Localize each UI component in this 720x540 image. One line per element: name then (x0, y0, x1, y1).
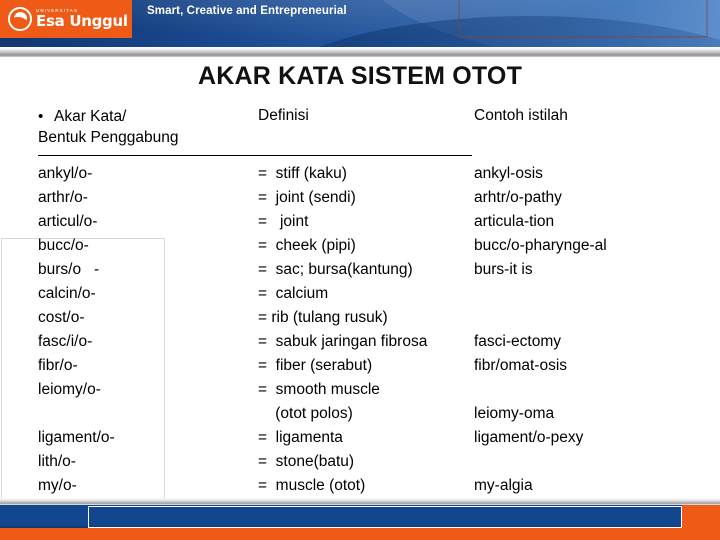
table-row-definition: = muscle (otot) (258, 477, 366, 494)
table-row-definition: = sac; bursa(kantung) (258, 261, 413, 278)
table-row-term: fibr/o- (38, 357, 78, 374)
table-row-term: ligament/o- (38, 429, 115, 446)
table-row-definition: = stone(batu) (258, 453, 355, 470)
column-example-header-label: Contoh istilah (474, 107, 568, 124)
table-row-definition: = joint (258, 213, 309, 230)
table-row-definition: = cheek (pipi) (258, 237, 356, 254)
table-row-term: cost/o- (38, 309, 85, 326)
column-term-header-line1: Akar Kata/ (54, 108, 127, 125)
column-definition-header-label: Definisi (258, 107, 309, 124)
table-row-term: fasc/i/o- (38, 333, 93, 350)
logo-name: Esa Unggul (36, 12, 128, 31)
column-example-rows: ankyl-osis arhtr/o-pathy articula-tion bucc… (474, 162, 714, 498)
table-row-example: arhtr/o-pathy (474, 189, 562, 206)
table-row-term: lith/o- (38, 453, 76, 470)
table-row-example: fibr/omat-osis (474, 357, 568, 374)
column-term-header-line2: Bentuk Penggabung (38, 129, 179, 146)
table-row-example: burs-it is (474, 261, 533, 278)
header-underline-rule (38, 155, 472, 156)
table-row-example (474, 378, 714, 402)
slide: UNIVERSITAS Esa Unggul Smart, Creative a… (0, 0, 720, 540)
column-example-header: Contoh istilah (474, 108, 714, 154)
table-row-definition: = stiff (kaku) (258, 165, 347, 182)
column-definition-rows: = stiff (kaku) = joint (sendi) = joint = ch… (258, 162, 468, 498)
table-row-example: fasci-ectomy (474, 333, 561, 350)
table-row-definition: (otot polos) (258, 405, 353, 422)
table-row-definition: = fiber (serabut) (258, 357, 373, 374)
column-term-rows: ankyl/o-arthr/o-articul/o-bucc/o-burs/o … (38, 162, 258, 498)
table-row-term: arthr/o- (38, 189, 88, 206)
bullet-icon: • (38, 108, 44, 125)
column-definition: Definisi = stiff (kaku) = joint (sendi) = … (258, 108, 468, 494)
table-row-term: burs/o - (38, 261, 100, 278)
table-row-example: ankyl-osis (474, 165, 543, 182)
table-row-example: bucc/o-pharynge-al (474, 237, 607, 254)
table-row-term: calcin/o- (38, 285, 96, 302)
table-row-term: ankyl/o- (38, 165, 93, 182)
table-row-definition: = smooth muscle (258, 381, 380, 398)
header-tagline: Smart, Creative and Entrepreneurial (147, 5, 347, 17)
table-row-example: my-algia (474, 477, 533, 494)
column-example: Contoh istilah ankyl-osis arhtr/o-pathy ar… (474, 108, 714, 494)
table-row-term: leiomy/o- (38, 381, 101, 398)
page-title: AKAR KATA SISTEM OTOT (197, 62, 523, 90)
table-row-example: articula-tion (474, 213, 555, 230)
table-row-example (474, 282, 714, 306)
table-row-example: ligament/o-pexy (474, 429, 584, 446)
table-row-term: articul/o- (38, 213, 98, 230)
footer-bevel-divider (0, 498, 720, 505)
university-logo: UNIVERSITAS Esa Unggul (0, 0, 132, 38)
table-row-definition: = sabuk jaringan fibrosa (258, 333, 428, 350)
footer-orange-strip (0, 528, 720, 540)
table-row-term: my/o- (38, 477, 77, 494)
footer-orange-block (682, 505, 720, 530)
table-row-definition: = calcium (258, 285, 329, 302)
table-row-term (38, 402, 258, 426)
table-row-example (474, 306, 714, 330)
logo-wordmark: UNIVERSITAS Esa Unggul (36, 8, 128, 31)
column-definition-header: Definisi (258, 108, 468, 154)
table-row-example (474, 450, 714, 474)
header-bevel-divider (0, 47, 720, 57)
table-row-example: leiomy-oma (474, 405, 555, 422)
table-row-definition: = rib (tulang rusuk) (258, 309, 388, 326)
slide-header-banner: UNIVERSITAS Esa Unggul Smart, Creative a… (0, 0, 720, 47)
column-term: • Akar Kata/ Bentuk Penggabung ankyl/o-a… (38, 108, 258, 494)
footer-inner-outline (88, 506, 682, 528)
table-row-term: bucc/o- (38, 237, 89, 254)
table-row-definition: = ligamenta (258, 429, 343, 446)
esa-unggul-circle-logo-icon (8, 7, 32, 31)
table-row-definition: = joint (sendi) (258, 189, 356, 206)
header-outline-decoration (458, 0, 708, 38)
column-term-header: • Akar Kata/ Bentuk Penggabung (38, 108, 258, 154)
content-table: • Akar Kata/ Bentuk Penggabung ankyl/o-a… (0, 108, 720, 498)
